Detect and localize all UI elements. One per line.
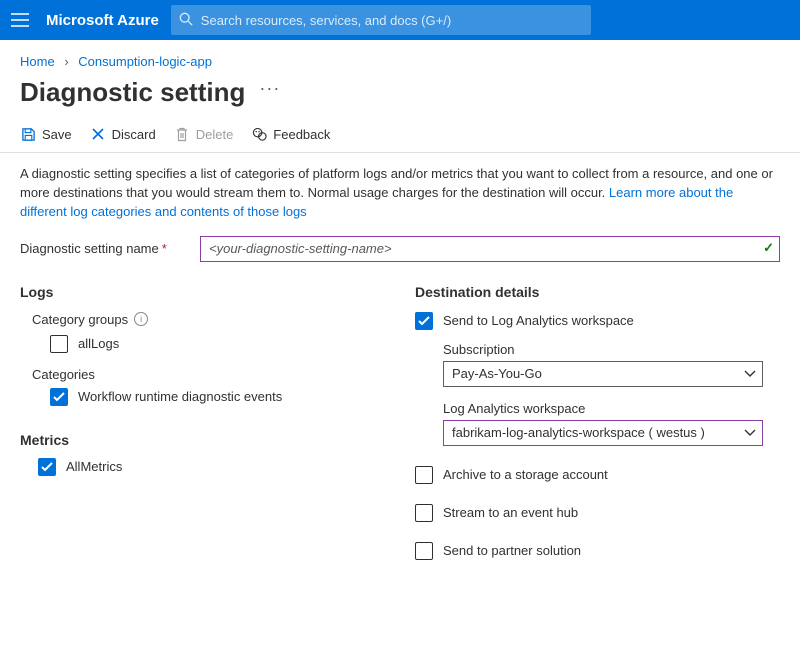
search-input[interactable] [201,13,583,28]
hamburger-icon[interactable] [6,6,34,34]
discard-label: Discard [112,127,156,142]
subscription-select[interactable]: Pay-As-You-Go [443,361,763,387]
archive-storage-checkbox[interactable] [415,466,433,484]
required-indicator: * [162,241,167,256]
breadcrumb-resource[interactable]: Consumption-logic-app [78,54,212,69]
check-icon: ✓ [763,240,774,256]
setting-name-input[interactable] [200,236,780,262]
logs-heading: Logs [20,284,385,300]
send-log-analytics-label: Send to Log Analytics workspace [443,313,634,328]
command-bar: Save Discard Delete Feedback [0,122,800,153]
brand-label: Microsoft Azure [46,12,159,29]
archive-storage-label: Archive to a storage account [443,467,608,482]
more-actions-button[interactable]: ··· [259,78,280,99]
workflow-events-label: Workflow runtime diagnostic events [78,389,282,404]
alllogs-checkbox[interactable] [50,335,68,353]
logs-column: Logs Category groups i allLogs Categorie… [20,280,385,580]
title-row: Diagnostic setting ··· [0,71,800,122]
global-search[interactable] [171,5,591,35]
send-log-analytics-checkbox[interactable] [415,312,433,330]
categories-label: Categories [20,367,385,382]
trash-icon [174,126,190,142]
metrics-heading: Metrics [20,432,385,448]
save-label: Save [42,127,72,142]
delete-label: Delete [196,127,234,142]
destinations-column: Destination details Send to Log Analytic… [415,280,780,580]
info-icon[interactable]: i [134,312,148,326]
alllogs-label: allLogs [78,336,119,351]
discard-button[interactable]: Discard [90,126,156,142]
feedback-icon [251,126,267,142]
chevron-down-icon [744,366,756,381]
stream-eventhub-checkbox[interactable] [415,504,433,522]
setting-name-label: Diagnostic setting name* [20,241,190,256]
page-title: Diagnostic setting [20,77,245,108]
search-icon [179,12,193,29]
subscription-value: Pay-As-You-Go [452,366,542,381]
feedback-label: Feedback [273,127,330,142]
workflow-events-checkbox[interactable] [50,388,68,406]
workspace-value: fabrikam-log-analytics-workspace ( westu… [452,425,705,440]
save-icon [20,126,36,142]
setting-name-row: Diagnostic setting name* ✓ [0,226,800,280]
close-icon [90,126,106,142]
workspace-label: Log Analytics workspace [443,401,780,416]
workspace-select[interactable]: fabrikam-log-analytics-workspace ( westu… [443,420,763,446]
breadcrumb-home[interactable]: Home [20,54,55,69]
chevron-down-icon [744,425,756,440]
save-button[interactable]: Save [20,126,72,142]
stream-eventhub-label: Stream to an event hub [443,505,578,520]
partner-solution-label: Send to partner solution [443,543,581,558]
allmetrics-label: AllMetrics [66,459,122,474]
top-bar: Microsoft Azure [0,0,800,40]
partner-solution-checkbox[interactable] [415,542,433,560]
category-groups-label: Category groups i [20,312,385,327]
chevron-right-icon: › [64,54,68,69]
allmetrics-checkbox[interactable] [38,458,56,476]
destinations-heading: Destination details [415,284,780,300]
subscription-label: Subscription [443,342,780,357]
description: A diagnostic setting specifies a list of… [0,153,800,226]
delete-button: Delete [174,126,234,142]
breadcrumb: Home › Consumption-logic-app [0,40,800,71]
feedback-button[interactable]: Feedback [251,126,330,142]
